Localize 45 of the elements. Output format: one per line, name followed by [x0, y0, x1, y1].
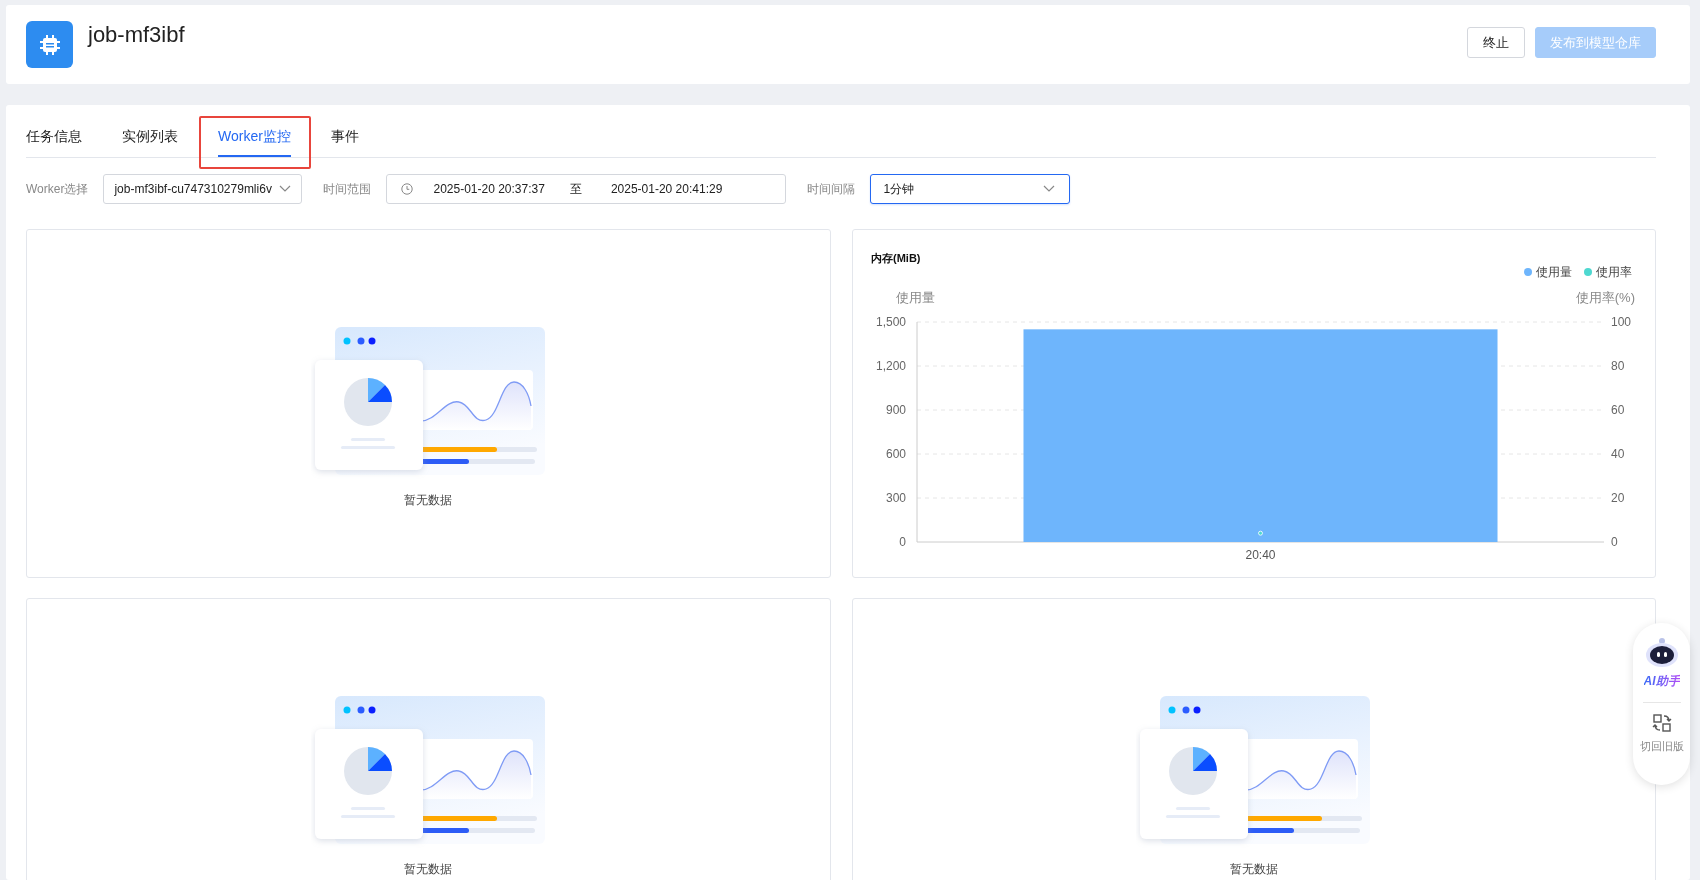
empty-message: 暂无数据	[404, 492, 453, 509]
tick-label: 80	[1610, 359, 1624, 373]
legend-label: 使用率	[1595, 265, 1632, 279]
data-point	[1257, 530, 1263, 536]
tick-label: 40	[1610, 447, 1624, 461]
tick-label: 600	[885, 447, 906, 461]
chevron-down-icon	[1043, 185, 1056, 193]
tab[interactable]: 任务信息	[26, 128, 82, 157]
worker-select[interactable]: job-mf3ibf-cu747310279mli6v	[103, 174, 303, 204]
axis-title: 使用量	[895, 290, 935, 305]
field-label: 时间范围	[323, 180, 372, 198]
tick-label: 0	[898, 535, 906, 549]
chip-icon	[37, 32, 62, 57]
tick-label: 20	[1610, 491, 1624, 505]
tab[interactable]: Worker监控	[218, 128, 291, 157]
date-range-field[interactable]: 2025-01-20 20:37:37 至 2025-01-20 20:41:29	[386, 174, 787, 204]
tick-label: 1,500	[875, 315, 906, 329]
chart-title: 内存(MiB)	[870, 252, 920, 264]
job-title: job-mf3ibf	[88, 22, 186, 48]
interval-select[interactable]: 1分钟	[870, 174, 1071, 204]
chevron-down-icon	[279, 185, 292, 193]
field-label: Worker选择	[26, 180, 89, 198]
switch-version-label[interactable]: 切回旧版	[1639, 739, 1684, 754]
tick-label: 0	[1610, 535, 1618, 549]
tick-label: 20:40	[1245, 548, 1275, 562]
ai-assistant-label[interactable]: AI助手	[1643, 673, 1680, 690]
range-separator: 至	[569, 180, 582, 198]
tab[interactable]: 实例列表	[122, 128, 178, 157]
stop-button[interactable]: 终止	[1467, 27, 1525, 58]
tick-label: 60	[1610, 403, 1624, 417]
empty-message: 暂无数据	[1229, 861, 1278, 878]
field-label: 时间间隔	[807, 180, 856, 198]
tab[interactable]: 事件	[330, 128, 359, 157]
tick-label: 1,200	[875, 359, 906, 373]
clock-icon	[401, 183, 414, 195]
robot-icon[interactable]	[1643, 637, 1680, 669]
switch-icon[interactable]	[1651, 713, 1672, 733]
axis-title: 使用率(%)	[1575, 290, 1635, 305]
end-time: 2025-01-20 20:41:29	[610, 182, 723, 196]
tick-label: 900	[885, 403, 906, 417]
empty-message: 暂无数据	[404, 861, 453, 878]
tick-label: 100	[1610, 315, 1631, 329]
tick-label: 300	[885, 491, 906, 505]
legend-label: 使用量	[1535, 265, 1572, 279]
start-time: 2025-01-20 20:37:37	[433, 182, 545, 196]
